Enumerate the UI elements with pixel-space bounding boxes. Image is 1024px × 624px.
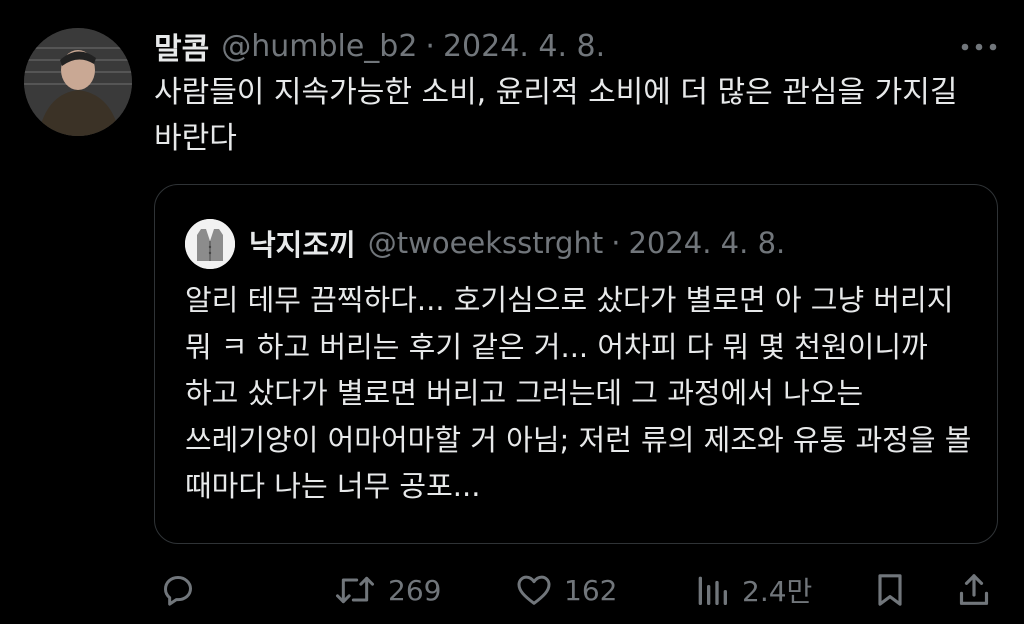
- like-count: 162: [564, 573, 618, 607]
- reply-button[interactable]: [158, 568, 198, 612]
- retweet-icon: [336, 576, 374, 604]
- vest-avatar-icon: [185, 219, 235, 269]
- quoted-tweet-card[interactable]: 낙지조끼 @twoeeksstrght · 2024. 4. 8. 알리 테무 …: [154, 184, 998, 544]
- tweet-text: 사람들이 지속가능한 소비, 윤리적 소비에 더 많은 관심을 가지길 바란다: [154, 75, 958, 156]
- retweet-count: 269: [388, 573, 442, 607]
- quoted-author-name[interactable]: 낙지조끼: [249, 222, 356, 264]
- action-bar: 269 162 2.4만: [0, 560, 1024, 620]
- like-button[interactable]: 162: [514, 568, 617, 612]
- tweet-header: 말콤 @humble_b2 · 2024. 4. 8.: [154, 22, 605, 70]
- share-button[interactable]: [954, 568, 994, 612]
- author-avatar-image: [24, 28, 132, 136]
- views-icon: [698, 576, 727, 605]
- heart-icon: [517, 575, 551, 605]
- quoted-separator-dot: ·: [611, 226, 621, 260]
- more-options-button[interactable]: [952, 30, 1006, 64]
- tweet-date[interactable]: 2024. 4. 8.: [443, 29, 605, 64]
- bookmark-icon: [878, 574, 902, 606]
- reply-icon: [164, 576, 192, 606]
- retweet-button[interactable]: 269: [332, 568, 441, 612]
- separator-dot: ·: [425, 28, 435, 64]
- quoted-tweet-text: 알리 테무 끔찍하다... 호기심으로 샀다가 별로면 아 그냥 버리지 뭐 ㅋ…: [185, 283, 972, 503]
- views-button[interactable]: 2.4만: [692, 568, 812, 612]
- quoted-author-handle[interactable]: @twoeeksstrght: [368, 226, 603, 260]
- bookmark-button[interactable]: [870, 568, 910, 612]
- author-handle[interactable]: @humble_b2: [221, 29, 417, 64]
- share-icon: [959, 574, 989, 605]
- view-count: 2.4만: [742, 575, 813, 608]
- quoted-tweet-date[interactable]: 2024. 4. 8.: [628, 226, 785, 260]
- quoted-author-avatar[interactable]: [185, 219, 235, 269]
- quoted-tweet-header: 낙지조끼 @twoeeksstrght · 2024. 4. 8.: [249, 221, 785, 265]
- author-avatar[interactable]: [24, 28, 132, 136]
- author-name[interactable]: 말콤: [154, 24, 209, 68]
- more-icon: [961, 43, 997, 51]
